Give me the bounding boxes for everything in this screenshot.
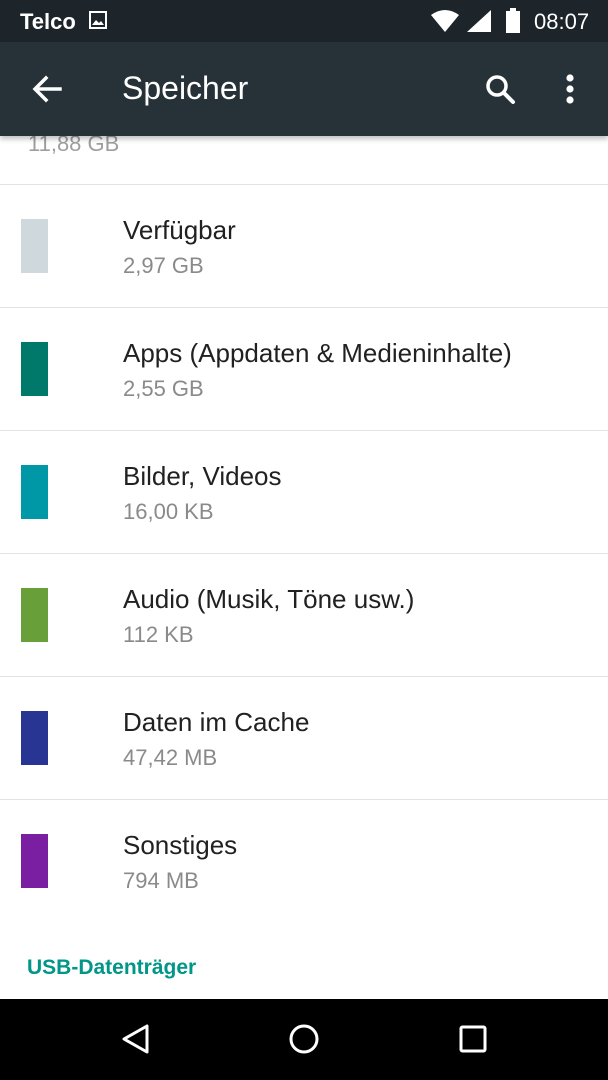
page-title: Speicher xyxy=(122,70,249,106)
storage-item-apps[interactable]: Apps (Appdaten & Medieninhalte) 2,55 GB xyxy=(0,308,608,431)
usb-storage-section-header: USB-Datenträger xyxy=(27,956,197,979)
color-swatch xyxy=(21,219,48,273)
nav-back-icon xyxy=(122,1024,149,1054)
nav-recents-icon xyxy=(459,1025,487,1053)
back-button[interactable] xyxy=(24,65,72,113)
color-swatch xyxy=(21,342,48,396)
search-button[interactable] xyxy=(476,65,524,113)
storage-item-label: Sonstiges xyxy=(123,830,238,860)
nav-back-button[interactable] xyxy=(115,1019,155,1059)
signal-icon xyxy=(466,9,492,33)
total-size-partial: 11,88 GB xyxy=(28,136,120,156)
clock: 08:07 xyxy=(534,9,590,34)
storage-item-label: Daten im Cache xyxy=(123,707,310,737)
app-bar: Speicher xyxy=(0,42,608,136)
more-vert-icon xyxy=(566,74,574,104)
nav-home-button[interactable] xyxy=(284,1019,324,1059)
back-arrow-icon xyxy=(32,75,62,103)
storage-item-cached-data[interactable]: Daten im Cache 47,42 MB xyxy=(0,677,608,800)
storage-item-label: Apps (Appdaten & Medieninhalte) xyxy=(123,338,512,368)
search-icon xyxy=(486,75,515,104)
image-notification-icon xyxy=(89,11,107,29)
carrier-name: Telco xyxy=(20,9,76,34)
color-swatch xyxy=(21,711,48,765)
color-swatch xyxy=(21,834,48,888)
storage-item-label: Verfügbar xyxy=(123,215,236,245)
storage-item-audio[interactable]: Audio (Musik, Töne usw.) 112 KB xyxy=(0,554,608,677)
storage-list: 11,88 GB Verfügbar 2,97 GB Apps (Appdate… xyxy=(0,136,608,999)
storage-item-size: 47,42 MB xyxy=(123,745,218,770)
storage-item-misc[interactable]: Sonstiges 794 MB xyxy=(0,800,608,923)
storage-item-size: 112 KB xyxy=(123,622,194,647)
status-bar: Telco 08:07 xyxy=(0,0,608,42)
nav-home-icon xyxy=(289,1024,319,1054)
storage-item-size: 2,97 GB xyxy=(123,253,204,278)
storage-item-label: Audio (Musik, Töne usw.) xyxy=(123,584,415,614)
navigation-bar xyxy=(0,999,608,1080)
storage-item-label: Bilder, Videos xyxy=(123,461,282,491)
nav-recents-button[interactable] xyxy=(453,1019,493,1059)
wifi-icon xyxy=(430,9,460,33)
battery-icon xyxy=(505,8,521,34)
color-swatch xyxy=(21,465,48,519)
storage-item-pictures-videos[interactable]: Bilder, Videos 16,00 KB xyxy=(0,431,608,554)
more-options-button[interactable] xyxy=(546,65,594,113)
storage-item-size: 16,00 KB xyxy=(123,499,214,524)
color-swatch xyxy=(21,588,48,642)
storage-item-size: 2,55 GB xyxy=(123,376,204,401)
storage-item-available[interactable]: Verfügbar 2,97 GB xyxy=(0,185,608,308)
storage-item-size: 794 MB xyxy=(123,868,199,893)
